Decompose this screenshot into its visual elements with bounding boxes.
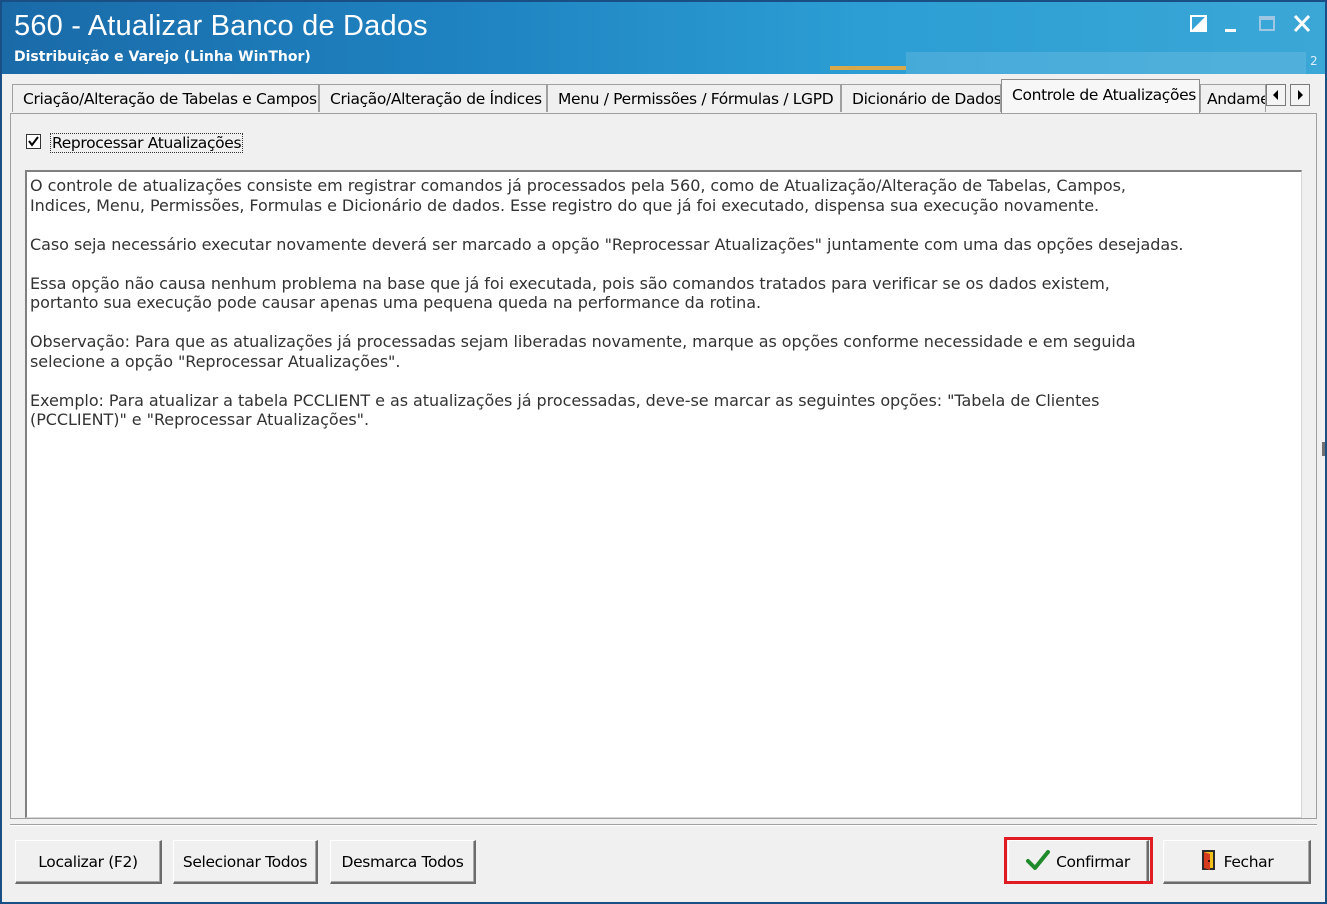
memo-paragraph: Essa opção não causa nenhum problema na … bbox=[30, 273, 1110, 313]
localizar-button[interactable]: Localizar (F2) bbox=[15, 840, 162, 884]
minimize-icon[interactable] bbox=[1218, 12, 1244, 36]
maximize-icon[interactable] bbox=[1254, 12, 1280, 36]
fechar-label: Fechar bbox=[1223, 852, 1274, 871]
desmarca-todos-label: Desmarca Todos bbox=[341, 852, 464, 871]
tab-andamento[interactable]: Andame bbox=[1200, 84, 1266, 112]
tab-dicionario[interactable]: Dicionário de Dados bbox=[841, 84, 1001, 112]
bottom-divider bbox=[10, 824, 1317, 826]
close-icon[interactable] bbox=[1289, 12, 1315, 36]
confirm-highlight-box bbox=[1004, 837, 1153, 884]
tab-indices[interactable]: Criação/Alteração de Índices bbox=[319, 84, 547, 112]
selecionar-todos-label: Selecionar Todos bbox=[182, 852, 308, 871]
resize-grip[interactable] bbox=[1322, 442, 1325, 456]
memo-paragraph: Exemplo: Para atualizar a tabela PCCLIEN… bbox=[30, 390, 1100, 430]
reprocess-checkbox[interactable] bbox=[26, 134, 41, 149]
window-subtitle: Distribuição e Varejo (Linha WinThor) bbox=[14, 49, 311, 65]
memo-paragraph: O controle de atualizações consiste em r… bbox=[30, 176, 1126, 215]
tab-menu-permissoes[interactable]: Menu / Permissões / Fórmulas / LGPD bbox=[547, 84, 841, 112]
title-bar[interactable]: 560 - Atualizar Banco de Dados Distribui… bbox=[2, 2, 1325, 74]
exit-door-icon bbox=[1200, 849, 1218, 875]
fechar-button[interactable]: Fechar bbox=[1163, 840, 1311, 884]
tab-controle-atualizacoes[interactable]: Controle de Atualizações bbox=[1001, 79, 1200, 114]
info-memo[interactable]: O controle de atualizações consiste em r… bbox=[25, 170, 1302, 818]
tab-scroll-right-icon[interactable] bbox=[1290, 84, 1310, 106]
window-title: 560 - Atualizar Banco de Dados bbox=[14, 10, 428, 42]
memo-paragraph: Observação: Para que as atualizações já … bbox=[30, 332, 1136, 371]
localizar-label: Localizar (F2) bbox=[38, 852, 138, 871]
titlebar-corner-glyph: 2 bbox=[1310, 54, 1318, 68]
tab-scroll-left-icon[interactable] bbox=[1266, 84, 1286, 106]
restore-icon[interactable] bbox=[1186, 12, 1212, 36]
app-window: 560 - Atualizar Banco de Dados Distribui… bbox=[0, 0, 1327, 904]
reprocess-label[interactable]: Reprocessar Atualizações bbox=[50, 133, 244, 153]
checkmark-icon bbox=[28, 136, 39, 147]
memo-paragraph: Caso seja necessário executar novamente … bbox=[30, 234, 1184, 254]
selecionar-todos-button[interactable]: Selecionar Todos bbox=[173, 840, 318, 884]
titlebar-accent bbox=[830, 66, 906, 70]
titlebar-band bbox=[906, 52, 1306, 74]
tab-strip: Criação/Alteração de Tabelas e Campos Cr… bbox=[8, 76, 1318, 114]
tab-tabelas-campos[interactable]: Criação/Alteração de Tabelas e Campos bbox=[12, 84, 319, 112]
desmarca-todos-button[interactable]: Desmarca Todos bbox=[330, 840, 476, 884]
